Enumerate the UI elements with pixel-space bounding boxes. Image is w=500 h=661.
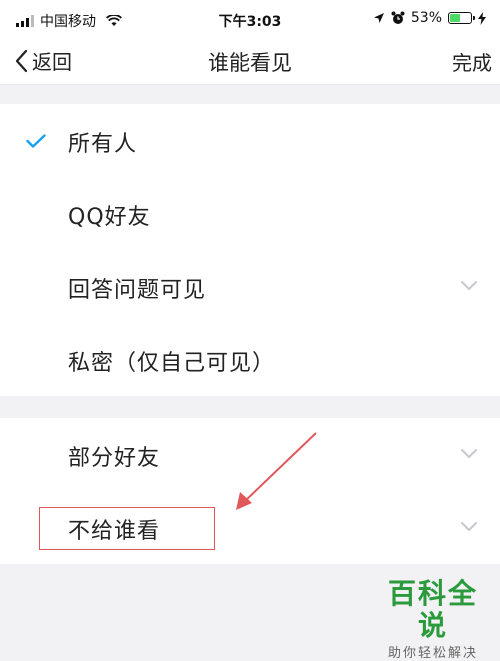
option-label: 所有人: [68, 132, 138, 157]
done-button[interactable]: 完成: [452, 47, 492, 76]
checkmark-icon: [26, 134, 46, 148]
battery-icon: [448, 12, 475, 24]
option-qq-friends[interactable]: QQ好友: [0, 177, 500, 250]
location-icon: [373, 13, 384, 23]
charging-icon: [478, 11, 486, 25]
chevron-down-icon[interactable]: [460, 448, 478, 459]
chevron-down-icon[interactable]: [460, 280, 478, 291]
option-answer-question[interactable]: 回答问题可见: [0, 250, 500, 323]
alarm-icon: [391, 11, 405, 24]
option-some-friends[interactable]: 部分好友: [0, 418, 500, 491]
option-label: 回答问题可见: [68, 278, 207, 303]
watermark-title: 百科全说: [387, 577, 478, 642]
annotation-highlight-box: [39, 507, 215, 550]
option-label: 私密（仅自己可见）: [68, 351, 276, 376]
status-bar: 中国移动 下午3:03 53%: [0, 0, 500, 38]
watermark-logo: 百科全说 助你轻松解决: [374, 578, 492, 661]
watermark-subtitle: 助你轻松解决: [387, 646, 478, 661]
visibility-options-group-1: 所有人 QQ好友 回答问题可见 私密（仅自己可见）: [0, 104, 500, 396]
option-label: QQ好友: [68, 205, 151, 230]
navigation-bar: 返回 谁能看见 完成: [0, 38, 500, 85]
status-right: 53%: [373, 10, 486, 26]
battery-percent: 53%: [410, 10, 442, 26]
option-label: 部分好友: [68, 446, 161, 471]
chevron-down-icon[interactable]: [460, 521, 478, 532]
option-private[interactable]: 私密（仅自己可见）: [0, 323, 500, 396]
option-everyone[interactable]: 所有人: [0, 104, 500, 177]
page-title: 谁能看见: [208, 51, 292, 75]
